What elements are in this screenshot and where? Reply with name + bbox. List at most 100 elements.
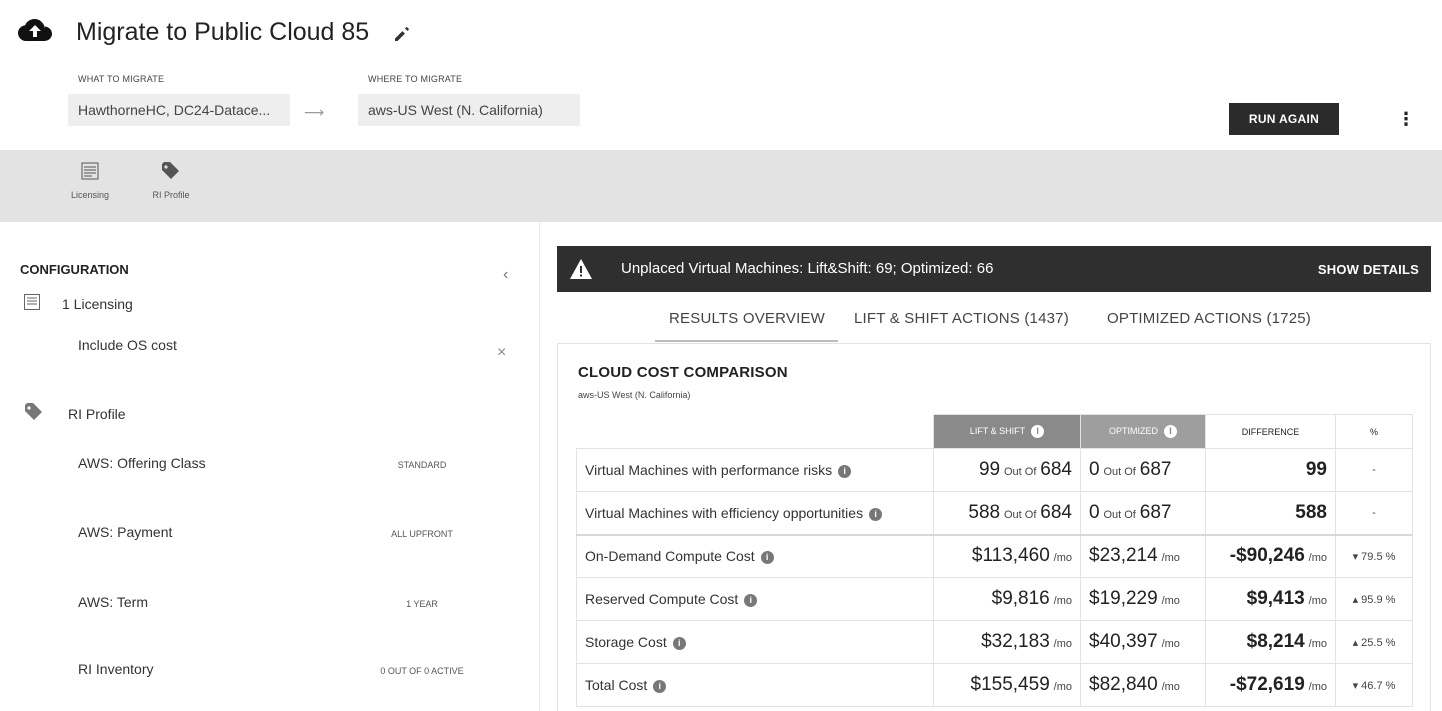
info-icon[interactable]: i [1031,425,1045,438]
info-icon[interactable]: i [653,679,667,693]
optimized-header-label: OPTIMIZED [1109,425,1158,436]
edit-pencil-icon[interactable] [392,24,412,44]
opt-cell: $82,840 /mo [1080,663,1206,707]
lift-cell: $32,183 /mo [933,620,1081,664]
empty-header [576,414,934,449]
lift-value: $9,816 [991,588,1050,609]
per-month-label: /mo [1308,681,1327,693]
opt-cell: $19,229 /mo [1080,577,1206,621]
optimized-header: OPTIMIZED i [1080,414,1206,449]
opt-value: 0 [1089,501,1100,523]
row-label-text: Storage Cost [585,634,667,650]
lift-cell: $113,460 /mo [933,533,1081,578]
licensing-tool[interactable]: Licensing [62,162,118,200]
lift-value: $32,183 [981,631,1050,652]
row-label: Virtual Machines with performance risks i [576,448,934,492]
per-month-label: /mo [1161,552,1180,565]
arrow-right-icon: ⟶ [304,104,325,120]
payment-value[interactable]: ALL UPFRONT [352,529,492,539]
lift-total: 684 [1040,501,1072,523]
pct-cell: ▴ 25.5 % [1335,620,1413,664]
info-icon[interactable]: i [1164,425,1177,438]
table-header-row: LIFT & SHIFT i OPTIMIZED i DIFFERENCE % [576,414,1413,449]
info-icon[interactable]: i [760,551,774,565]
row-label: On-Demand Compute Cost i [576,533,934,578]
tag-icon [162,162,179,179]
cloud-cost-comparison-card: CLOUD COST COMPARISON aws-US West (N. Ca… [557,343,1431,711]
info-icon[interactable]: i [869,507,883,521]
per-month-label: /mo [1053,595,1072,607]
offering-class-value[interactable]: STANDARD [352,460,492,470]
opt-value: $23,214 [1089,545,1158,567]
card-subtitle: aws-US West (N. California) [578,390,691,400]
per-month-label: /mo [1053,681,1072,693]
per-month-label: /mo [1053,552,1072,565]
pct-cell: ▴ 95.9 % [1335,577,1413,621]
out-of-label: Out Of [1004,466,1037,478]
opt-cell: 0 Out Of 687 [1080,491,1206,535]
per-month-label: /mo [1161,681,1180,693]
row-label: Reserved Compute Cost i [576,577,934,621]
where-to-migrate-label: WHERE TO MIGRATE [368,74,463,84]
lift-value: $155,459 [970,674,1050,695]
payment-label: AWS: Payment [78,524,173,540]
diff-value: $9,413 [1246,588,1305,609]
diff-value: -$90,246 [1229,545,1305,567]
term-label: AWS: Term [78,594,149,610]
alert-message: Unplaced Virtual Machines: Lift&Shift: 6… [621,260,994,277]
pct-cell: - [1335,448,1413,492]
row-label-text: Total Cost [585,677,648,693]
opt-value: $40,397 [1089,631,1158,652]
configuration-title: CONFIGURATION [20,262,129,277]
opt-value: $19,229 [1089,588,1158,609]
info-icon[interactable]: i [838,464,852,478]
ri-inventory-value[interactable]: 0 OUT OF 0 ACTIVE [352,666,492,676]
out-of-label: Out Of [1103,508,1136,521]
row-label-text: Virtual Machines with performance risks [585,462,833,478]
pct-cell: - [1335,491,1413,535]
tab-lift-shift-actions[interactable]: LIFT & SHIFT ACTIONS (1437) [854,310,1069,327]
lift-shift-header: LIFT & SHIFT i [933,414,1081,449]
row-label: Total Cost i [576,663,934,707]
comparison-table: LIFT & SHIFT i OPTIMIZED i DIFFERENCE % Vi… [576,414,1413,707]
table-row: On-Demand Compute Cost i $113,460 /mo $23… [576,533,1413,578]
opt-value: $82,840 [1089,674,1158,695]
term-value[interactable]: 1 YEAR [352,599,492,609]
per-month-label: /mo [1161,638,1180,650]
per-month-label: /mo [1053,638,1072,650]
ri-profile-heading: RI Profile [68,406,126,422]
info-icon[interactable]: i [744,593,758,607]
opt-cell: $40,397 /mo [1080,620,1206,664]
table-row: Reserved Compute Cost i $9,816 /mo $19,22… [576,577,1413,621]
row-label: Virtual Machines with efficiency opportu… [576,491,934,535]
show-details-link[interactable]: SHOW DETAILS [1318,262,1419,277]
where-to-migrate-field[interactable]: aws-US West (N. California) [358,94,580,126]
tab-results-overview[interactable]: RESULTS OVERVIEW [669,310,825,327]
ri-profile-tool-label: RI Profile [152,190,190,200]
diff-cell: $9,413 /mo [1205,577,1336,621]
more-options-icon[interactable]: ⋮ [1397,110,1415,128]
diff-value: -$72,619 [1229,674,1305,695]
what-to-migrate-field[interactable]: HawthorneHC, DC24-Datace... [68,94,290,126]
collapse-panel-icon[interactable]: ‹ [503,266,508,284]
tab-optimized-actions[interactable]: OPTIMIZED ACTIONS (1725) [1107,310,1311,327]
pct-cell: ▾ 46.7 % [1335,663,1413,707]
diff-cell: 588 [1205,491,1336,535]
info-icon[interactable]: i [672,636,686,650]
lift-cell: $9,816 /mo [933,577,1081,621]
configuration-panel: CONFIGURATION ‹ 1 Licensing Include OS c… [0,222,540,711]
lift-value: 99 [978,459,1001,480]
lift-total: 684 [1040,459,1072,480]
row-label-text: Reserved Compute Cost [585,591,739,607]
opt-cell: 0 Out Of 687 [1080,448,1206,492]
ri-profile-tool[interactable]: RI Profile [140,162,202,200]
licensing-icon [81,162,99,180]
remove-icon[interactable]: × [497,344,506,362]
lift-value: 588 [968,501,1001,523]
active-tab-indicator [655,340,838,342]
pct-cell: ▾ 79.5 % [1335,533,1413,578]
per-month-label: /mo [1308,595,1327,607]
settings-toolbar: Licensing RI Profile [0,150,1442,222]
run-again-button[interactable]: RUN AGAIN [1229,103,1339,135]
page-header: Migrate to Public Cloud 85 WHAT TO MIGRA… [0,0,1442,150]
